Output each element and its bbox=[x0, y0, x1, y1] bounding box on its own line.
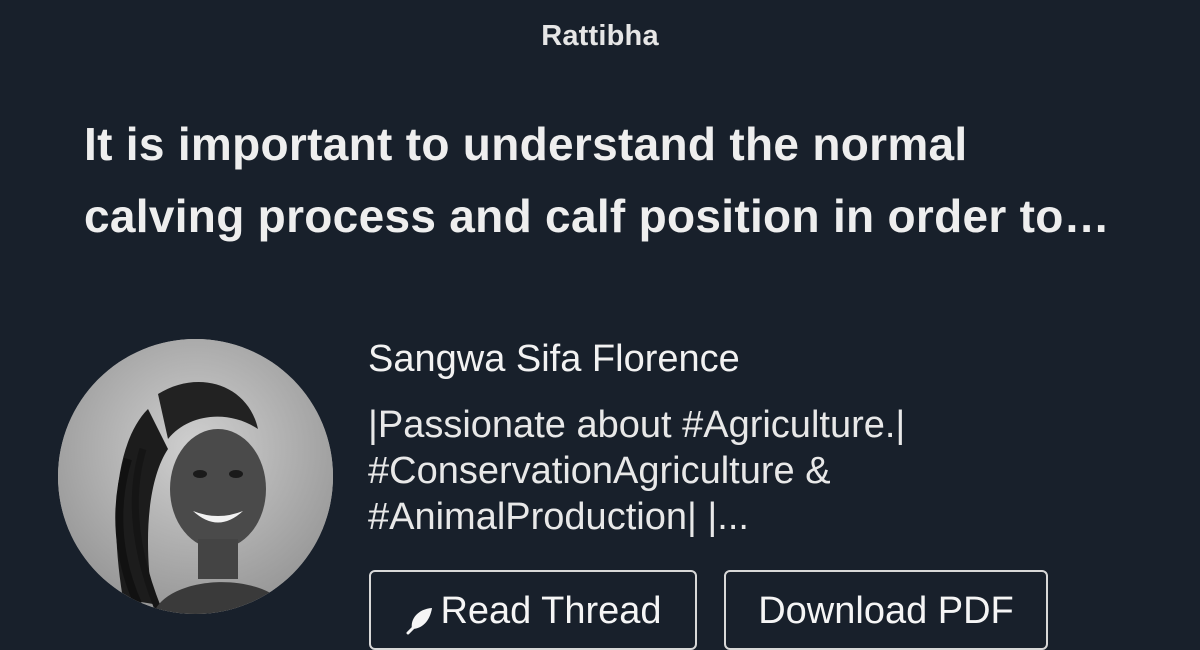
author-bio-line: #AnimalProduction| |... bbox=[368, 496, 749, 538]
thread-title-line: calving process and calf position in ord… bbox=[84, 190, 1110, 242]
author-name: Sangwa Sifa Florence bbox=[368, 338, 740, 380]
download-pdf-label: Download PDF bbox=[758, 590, 1014, 632]
thread-title-line: It is important to understand the normal bbox=[84, 118, 968, 170]
download-pdf-button[interactable]: Download PDF bbox=[724, 570, 1048, 650]
author-bio-line: |Passionate about #Agriculture.| bbox=[368, 404, 906, 446]
feather-icon bbox=[404, 602, 434, 635]
read-thread-button[interactable]: Read Thread bbox=[369, 570, 697, 650]
author-bio: |Passionate about #Agriculture.| #Conser… bbox=[368, 402, 906, 540]
thread-title: It is important to understand the normal… bbox=[84, 108, 1154, 252]
brand-title: Rattibha bbox=[541, 20, 659, 52]
author-bio-line: #ConservationAgriculture & bbox=[368, 450, 831, 492]
author-avatar bbox=[58, 339, 333, 614]
read-thread-label: Read Thread bbox=[440, 590, 662, 632]
author-portrait-image bbox=[58, 339, 333, 614]
